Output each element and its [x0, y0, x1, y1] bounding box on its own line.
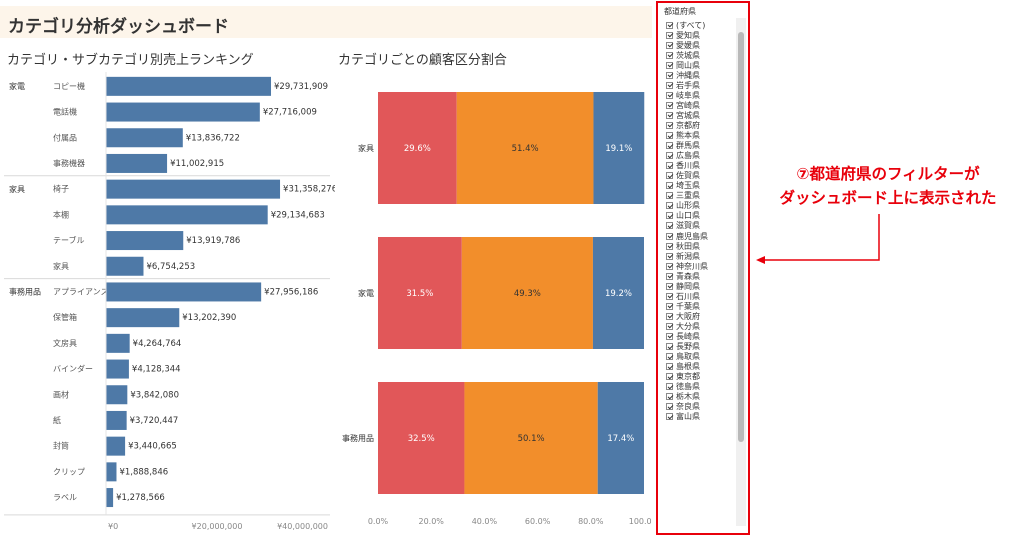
subcategory-label: ラベル	[53, 493, 77, 502]
value-label: ¥4,128,344	[132, 365, 181, 375]
value-label: ¥27,956,186	[264, 287, 318, 297]
highlight-frame	[656, 1, 750, 535]
annotation-line-1: ⑦都道府県のフィルターが	[796, 165, 980, 183]
segment-value-label: 19.2%	[605, 289, 632, 299]
segment-axis-tick-label: 80.0%	[578, 517, 604, 526]
value-label: ¥31,358,276	[283, 185, 335, 195]
ranking-bar	[106, 385, 128, 405]
ranking-bar	[106, 333, 130, 353]
value-label: ¥3,720,447	[130, 416, 179, 426]
ranking-bar-chart[interactable]: 家電 コピー機 ¥29,731,909 電話機 ¥27,716,009 付属品 ¥13,83…	[0, 72, 335, 532]
category-label: 事務用品	[9, 287, 41, 297]
value-label: ¥1,278,566	[116, 493, 165, 503]
subcategory-label: 椅子	[53, 184, 69, 194]
segment-axis-tick-label: 100.0%	[629, 517, 652, 526]
ranking-bar	[106, 282, 262, 302]
value-label: ¥27,716,009	[263, 108, 317, 118]
ranking-chart-title: カテゴリ・サブカテゴリ別売上ランキング	[7, 53, 254, 68]
subcategory-label: 本棚	[53, 209, 69, 219]
value-label: ¥13,202,390	[182, 313, 236, 323]
ranking-bar	[106, 308, 180, 328]
segment-value-label: 32.5%	[408, 434, 435, 444]
ranking-bar	[106, 76, 272, 96]
subcategory-label: 画材	[53, 389, 69, 399]
subcategory-label: バインダー	[53, 364, 93, 374]
segment-value-label: 31.5%	[406, 289, 433, 299]
ranking-bar	[106, 462, 117, 482]
ranking-bar	[106, 179, 281, 199]
subcategory-label: 保管箱	[53, 312, 77, 322]
subcategory-label: コピー機	[53, 81, 85, 91]
ranking-bar	[106, 205, 268, 225]
value-label: ¥29,134,683	[271, 210, 325, 220]
axis-tick-label: ¥20,000,000	[192, 522, 243, 531]
ranking-bar	[106, 410, 127, 430]
value-label: ¥6,754,253	[146, 262, 195, 272]
segment-axis-tick-label: 0.0%	[368, 517, 389, 526]
segment-category-label: 家具	[358, 143, 374, 153]
value-label: ¥11,002,915	[170, 159, 224, 169]
ranking-bar	[106, 359, 129, 379]
axis-tick-label: ¥40,000,000	[277, 522, 328, 531]
value-label: ¥1,888,846	[119, 467, 168, 477]
annotation-text: ⑦都道府県のフィルターが ダッシュボード上に表示された	[752, 162, 1024, 210]
value-label: ¥3,842,080	[130, 390, 179, 400]
segment-value-label: 17.4%	[607, 434, 634, 444]
segment-value-label: 29.6%	[404, 144, 431, 154]
value-label: ¥29,731,909	[274, 82, 328, 92]
annotation-arrow	[756, 214, 880, 264]
subcategory-label: 紙	[53, 415, 61, 425]
dashboard-title: カテゴリ分析ダッシュボード	[8, 17, 229, 37]
segment-value-label: 50.1%	[518, 434, 545, 444]
subcategory-label: 封筒	[53, 441, 69, 451]
value-label: ¥3,440,665	[128, 442, 177, 452]
ranking-bar	[106, 256, 144, 276]
category-label: 家具	[9, 184, 25, 194]
segment-axis-tick-label: 40.0%	[472, 517, 498, 526]
segment-category-label: 家電	[358, 288, 374, 298]
segment-chart-title: カテゴリごとの顧客区分割合	[338, 53, 507, 68]
subcategory-label: クリップ	[53, 467, 85, 476]
segment-value-label: 51.4%	[512, 144, 539, 154]
ranking-bar	[106, 231, 184, 251]
ranking-bar	[106, 102, 260, 122]
ranking-bar	[106, 436, 126, 456]
value-label: ¥4,264,764	[133, 339, 182, 349]
subcategory-label: 電話機	[53, 107, 77, 117]
subcategory-label: 家具	[53, 261, 69, 271]
segment-axis-tick-label: 60.0%	[525, 517, 551, 526]
segment-category-label: 事務用品	[342, 433, 374, 443]
value-label: ¥13,836,722	[186, 133, 240, 143]
subcategory-label: 付属品	[53, 132, 77, 142]
subcategory-label: アプライアンス	[53, 287, 109, 296]
subcategory-label: テーブル	[53, 235, 85, 245]
annotation-line-2: ダッシュボード上に表示された	[779, 189, 997, 207]
category-label: 家電	[9, 81, 25, 91]
segment-value-label: 49.3%	[514, 289, 541, 299]
dashboard-title-bar: カテゴリ分析ダッシュボード	[0, 6, 652, 38]
subcategory-label: 文房具	[53, 338, 77, 348]
value-label: ¥13,919,786	[186, 236, 240, 246]
axis-tick-label: ¥0	[108, 522, 118, 531]
segment-axis-tick-label: 20.0%	[418, 517, 444, 526]
segment-stacked-chart[interactable]: 家具 29.6% 51.4% 19.1% 家電 31.5% 49.3% 19.2% 事務用品 32…	[336, 72, 652, 532]
segment-value-label: 19.1%	[605, 144, 632, 154]
ranking-bar	[106, 153, 168, 173]
ranking-bar	[106, 128, 183, 148]
ranking-bar	[106, 488, 114, 508]
subcategory-label: 事務機器	[53, 158, 85, 168]
